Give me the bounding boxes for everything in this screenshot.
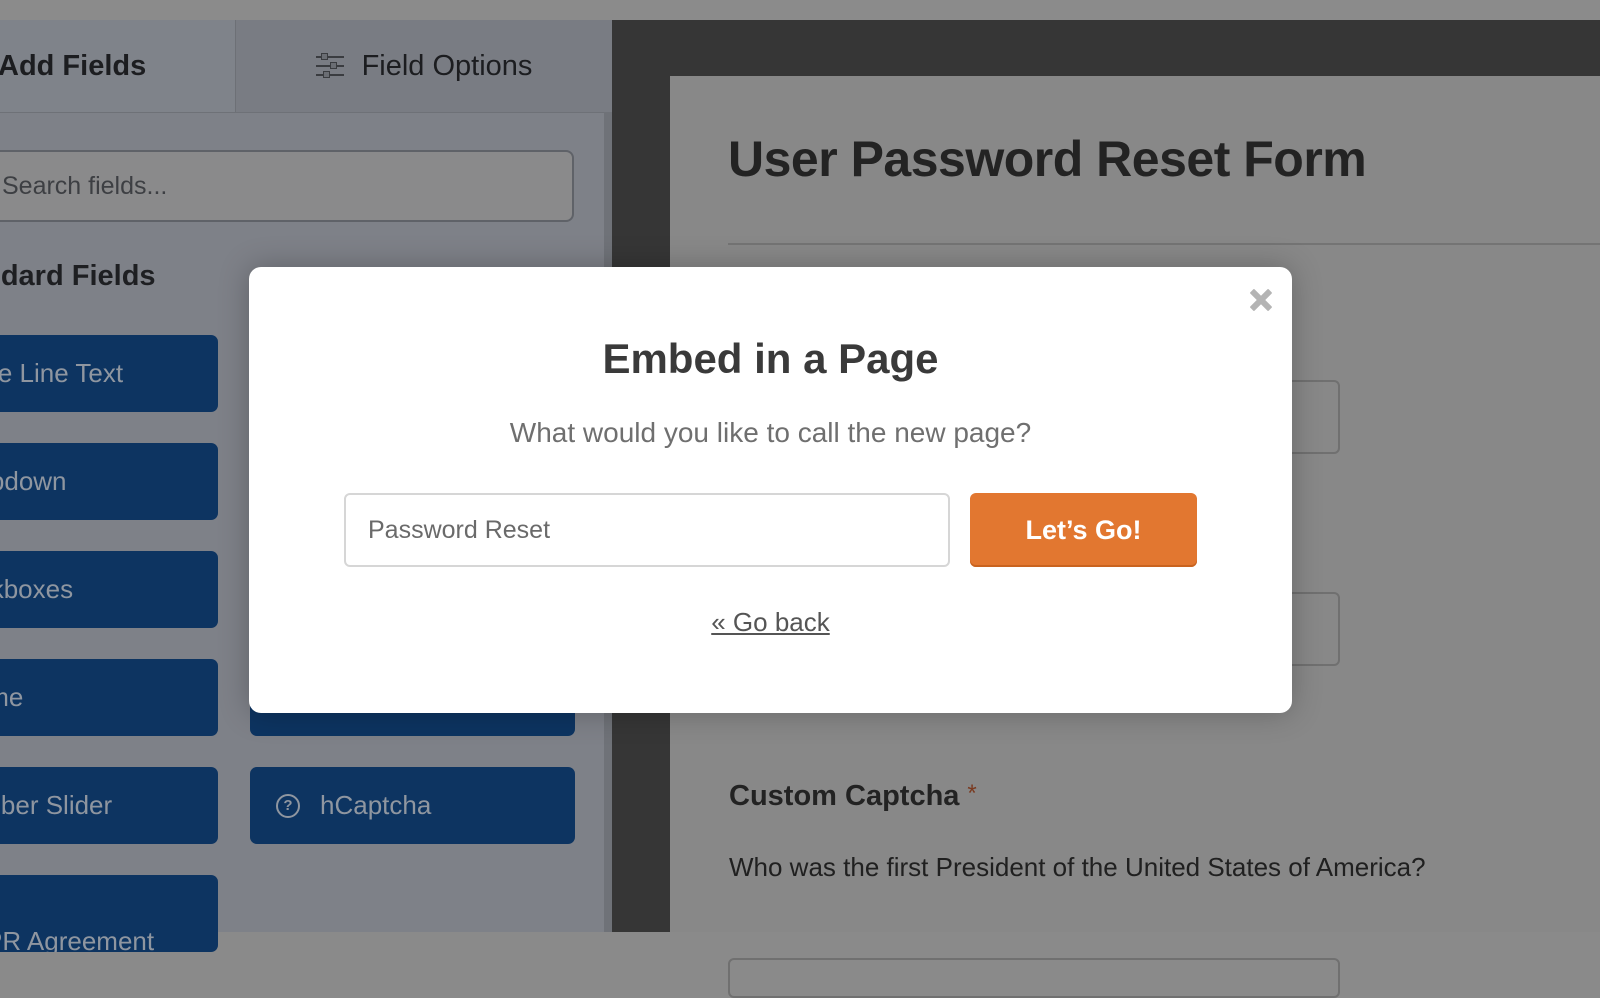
go-back-link[interactable]: « Go back (711, 607, 830, 637)
form-title-divider (728, 243, 1600, 245)
tab-add-fields-label: Add Fields (0, 49, 147, 82)
field-button-dropdown[interactable]: Dropdown (0, 443, 218, 520)
captcha-answer-input[interactable] (728, 958, 1340, 998)
tab-field-options-label: Field Options (361, 49, 533, 82)
field-button-label: GDPR Agreement (0, 926, 155, 952)
tab-field-options[interactable]: Field Options (236, 20, 612, 112)
captcha-field-label: Custom Captcha * (729, 780, 977, 813)
field-button-number-slider[interactable]: Number Slider (0, 767, 218, 844)
field-button-label: Single Line Text (0, 358, 124, 388)
lets-go-button[interactable]: Let’s Go! (970, 493, 1197, 567)
field-button-name[interactable]: Name (0, 659, 218, 736)
field-button-checkboxes[interactable]: Checkboxes (0, 551, 218, 628)
field-button-label: Name (0, 682, 24, 712)
top-bar (0, 0, 1600, 20)
field-button-label: Checkboxes (0, 574, 74, 604)
tab-add-fields[interactable]: Add Fields (0, 20, 236, 112)
field-button-label: hCaptcha (320, 790, 432, 820)
section-title-standard-fields: Standard Fields (0, 260, 156, 292)
field-button-hcaptcha[interactable]: ? hCaptcha (250, 767, 575, 844)
field-button-label: Number Slider (0, 790, 113, 820)
question-circle-icon: ? (276, 793, 300, 818)
form-title: User Password Reset Form (728, 131, 1367, 187)
search-fields-input[interactable] (0, 150, 574, 222)
captcha-label-text: Custom Captcha (729, 780, 960, 812)
sliders-icon (315, 53, 344, 79)
close-icon[interactable] (1248, 287, 1274, 313)
field-button-label: Dropdown (0, 466, 67, 496)
captcha-question: Who was the first President of the Unite… (729, 852, 1426, 882)
required-marker: * (967, 780, 977, 807)
modal-title: Embed in a Page (602, 335, 939, 382)
field-button-gdpr-agreement[interactable]: GDPR Agreement (0, 875, 218, 952)
modal-subtitle: What would you like to call the new page… (509, 417, 1032, 448)
builder-tabs: Add Fields Field Options (0, 20, 612, 113)
page-name-input[interactable] (344, 493, 950, 567)
embed-in-page-modal: Embed in a Page What would you like to c… (249, 267, 1292, 713)
go-back-container: « Go back (249, 607, 1292, 638)
field-button-single-line-text[interactable]: Single Line Text (0, 335, 218, 412)
